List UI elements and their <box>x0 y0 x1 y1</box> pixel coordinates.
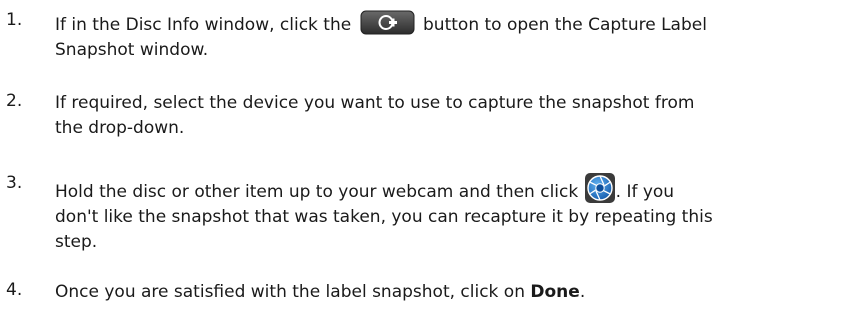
step-line: don't like the snapshot that was taken, … <box>55 207 713 227</box>
step-text-segment: Once you are satisfied with the label sn… <box>55 282 525 302</box>
step-text: If in the Disc Info window, click the bu… <box>55 10 855 63</box>
step-text: If required, select the device you want … <box>55 91 855 141</box>
step-text: Hold the disc or other item up to your w… <box>55 173 855 255</box>
step-number: 1. <box>6 10 23 30</box>
step-line: If required, select the device you want … <box>55 93 695 113</box>
step-text: Once you are satisfied with the label sn… <box>55 280 855 305</box>
step-text-segment: Hold the disc or other item up to your w… <box>55 182 579 202</box>
step-line: Once you are satisfied with the label sn… <box>55 280 855 305</box>
step-text-segment: . <box>579 282 586 302</box>
step-text-segment: button to open the Capture Label <box>423 15 707 35</box>
step-line: step. <box>55 232 98 252</box>
capture-label-icon <box>360 10 415 35</box>
step-line: If in the Disc Info window, click the bu… <box>55 10 855 38</box>
step-number: 2. <box>6 91 23 111</box>
step-line: Hold the disc or other item up to your w… <box>55 173 855 205</box>
step-number: 3. <box>6 173 23 193</box>
camera-shutter-icon <box>584 173 615 203</box>
step-line: the drop-down. <box>55 118 185 138</box>
step-number: 4. <box>6 280 23 300</box>
step-line: Snapshot window. <box>55 40 209 60</box>
done-label: Done <box>530 282 580 302</box>
step-text-segment: If in the Disc Info window, click the <box>55 15 352 35</box>
step-text-segment: . If you <box>615 182 675 202</box>
